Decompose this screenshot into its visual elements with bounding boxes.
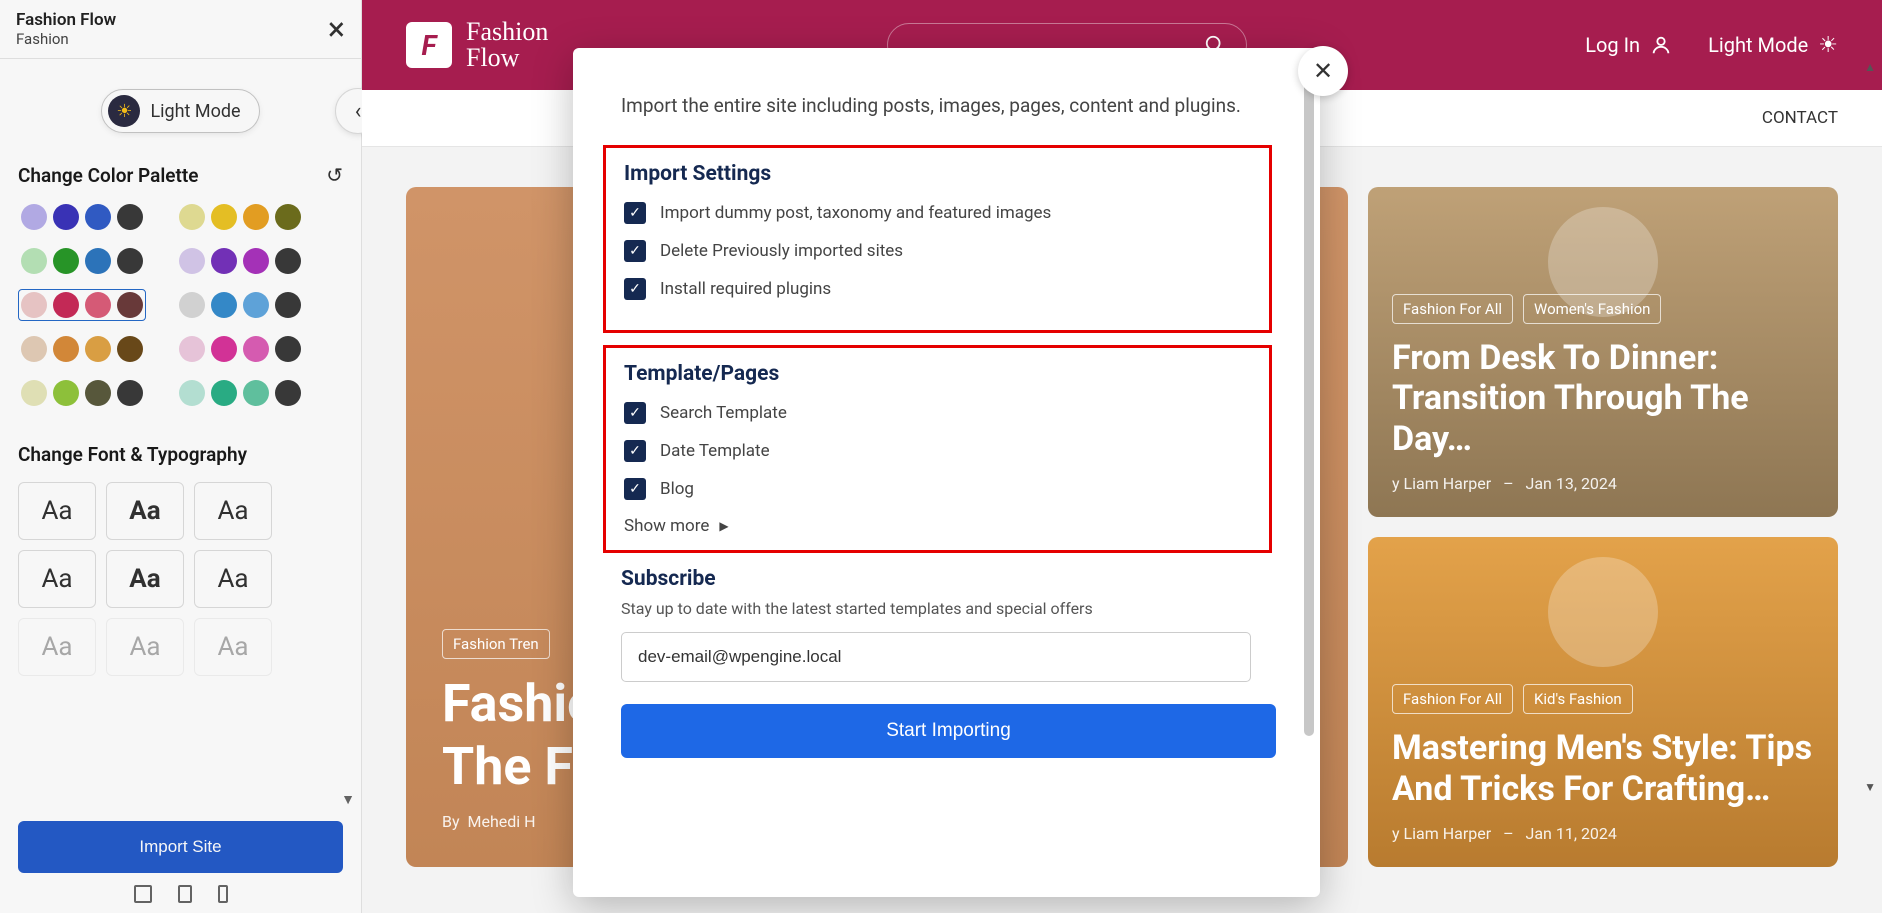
checkbox-row: ✓ Blog: [624, 478, 1255, 500]
start-importing-button[interactable]: Start Importing: [621, 704, 1276, 758]
checkbox-row: ✓ Import dummy post, taxonomy and feature…: [624, 202, 1255, 224]
template-pages-title: Template/Pages: [624, 362, 1255, 386]
show-more-button[interactable]: Show more ▶: [624, 516, 1255, 536]
checkbox[interactable]: ✓: [624, 478, 646, 500]
checkbox[interactable]: ✓: [624, 278, 646, 300]
checkbox-row: ✓ Search Template: [624, 402, 1255, 424]
checkbox-label: Install required plugins: [660, 279, 831, 299]
checkbox[interactable]: ✓: [624, 240, 646, 262]
close-modal-button[interactable]: ✕: [1298, 46, 1348, 96]
checkbox[interactable]: ✓: [624, 440, 646, 462]
checkbox-label: Search Template: [660, 403, 787, 423]
modal-overlay: ✕ Import the entire site including posts…: [0, 0, 1882, 913]
checkbox-label: Date Template: [660, 441, 770, 461]
email-field[interactable]: [621, 632, 1251, 682]
template-pages-section: Template/Pages ✓ Search Template ✓ Date Tem…: [603, 345, 1272, 553]
triangle-right-icon: ▶: [719, 519, 728, 533]
import-settings-list: ✓ Import dummy post, taxonomy and feature…: [624, 202, 1255, 300]
import-settings-title: Import Settings: [624, 162, 1255, 186]
import-modal: ✕ Import the entire site including posts…: [573, 48, 1320, 897]
checkbox-row: ✓ Date Template: [624, 440, 1255, 462]
template-pages-list: ✓ Search Template ✓ Date Template ✓ Blog: [624, 402, 1255, 500]
subscribe-desc: Stay up to date with the latest started …: [621, 599, 1272, 618]
modal-scrollbar[interactable]: [1304, 56, 1314, 736]
checkbox-label: Delete Previously imported sites: [660, 241, 903, 261]
checkbox-row: ✓ Delete Previously imported sites: [624, 240, 1255, 262]
checkbox-label: Blog: [660, 479, 694, 499]
modal-intro: Import the entire site including posts, …: [621, 92, 1272, 121]
checkbox[interactable]: ✓: [624, 202, 646, 224]
checkbox-label: Import dummy post, taxonomy and featured…: [660, 203, 1051, 223]
subscribe-title: Subscribe: [621, 567, 1272, 591]
checkbox[interactable]: ✓: [624, 402, 646, 424]
import-settings-section: Import Settings ✓ Import dummy post, taxo…: [603, 145, 1272, 333]
checkbox-row: ✓ Install required plugins: [624, 278, 1255, 300]
